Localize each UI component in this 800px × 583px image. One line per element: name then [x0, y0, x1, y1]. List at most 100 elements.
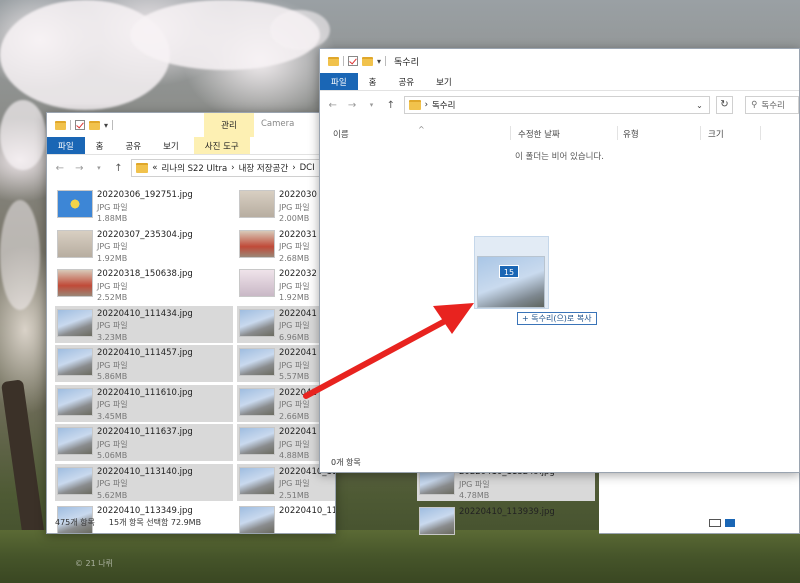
- file-info: 2022041 JPG 파일 6.96MB: [279, 309, 317, 344]
- file-info: 20220410_111637.jpg JPG 파일 5.06MB: [97, 427, 193, 462]
- file-type: JPG 파일: [97, 202, 128, 212]
- file-name: 20220410_113140.jpg: [97, 466, 193, 477]
- file-type: JPG 파일: [279, 439, 310, 449]
- file-info: 20220410_111434.jpg JPG 파일 3.23MB: [97, 309, 193, 344]
- up-arrow-icon[interactable]: ↑: [384, 100, 397, 111]
- breadcrumb-separator[interactable]: ›: [292, 163, 295, 173]
- file-item[interactable]: 20220307_235304.jpg JPG 파일 1.92MB: [55, 227, 233, 264]
- tab-file[interactable]: 파일: [320, 73, 358, 90]
- forward-arrow-icon[interactable]: →: [345, 100, 358, 111]
- file-item[interactable]: 20220306_192751.jpg JPG 파일 1.88MB: [55, 187, 233, 224]
- ribbon-tabs: 파일 홈 공유 보기 사진 도구: [47, 137, 335, 155]
- explorer-window-source[interactable]: ▾ 관리 Camera 파일 홈 공유 보기 사진 도구 ← → ▾ ↑ « 리…: [46, 112, 336, 534]
- file-type: JPG 파일: [279, 400, 310, 409]
- blossom-cluster: [270, 10, 330, 50]
- breadcrumb-item-device[interactable]: 리나의 S22 Ultra: [161, 162, 227, 174]
- file-item[interactable]: 20220410_111610.jpg JPG 파일 3.45MB: [55, 384, 233, 422]
- toolbar-divider: [70, 120, 71, 130]
- breadcrumb-item-folder[interactable]: 독수리: [432, 99, 455, 111]
- file-type: JPG 파일: [97, 400, 128, 409]
- ribbon-tabs: 파일 홈 공유 보기: [320, 73, 799, 91]
- folder-icon[interactable]: [55, 120, 66, 130]
- thumbnail-image: [239, 308, 275, 337]
- column-divider[interactable]: [700, 126, 701, 140]
- breadcrumb-separator[interactable]: ›: [231, 163, 234, 173]
- file-size: 1.92MB: [97, 253, 128, 263]
- column-header-size[interactable]: 크기: [708, 128, 724, 140]
- tab-picture-tools[interactable]: 사진 도구: [193, 137, 250, 154]
- search-input[interactable]: ⚲ 독수리: [745, 96, 799, 114]
- file-name: 2022031: [279, 229, 317, 240]
- file-item[interactable]: 20220410_111457.jpg JPG 파일 5.86MB: [55, 345, 233, 382]
- file-name: 20220410_111637.jpg: [97, 427, 193, 437]
- file-item[interactable]: 20220410_113140.jpg JPG 파일 5.62MB: [55, 463, 233, 501]
- explorer-window-destination[interactable]: ▾ 독수리 파일 홈 공유 보기 ← → ▾ ↑ › 독수리 ⌄ ↻ ⚲ 독수리…: [319, 48, 800, 473]
- recent-chevron-icon[interactable]: ▾: [92, 164, 106, 172]
- file-item[interactable]: 20220410_111434.jpg JPG 파일 3.23MB: [55, 305, 233, 344]
- thumbnail-image: [239, 229, 275, 258]
- chevron-down-icon[interactable]: ▾: [377, 57, 381, 66]
- column-header-type[interactable]: 유형: [623, 128, 639, 140]
- column-divider[interactable]: [617, 126, 618, 140]
- large-icons-view-icon[interactable]: [725, 519, 735, 527]
- file-type: JPG 파일: [97, 281, 128, 291]
- file-name: 20220410_111434.jpg: [97, 308, 193, 319]
- file-size: 5.62MB: [97, 490, 128, 500]
- folder-icon: [408, 100, 421, 110]
- up-arrow-icon[interactable]: ↑: [112, 163, 126, 174]
- new-folder-icon[interactable]: [89, 120, 100, 130]
- refresh-icon[interactable]: ↻: [715, 96, 734, 114]
- breadcrumb-item-storage[interactable]: 내장 저장공간: [239, 162, 289, 174]
- folder-icon[interactable]: [328, 56, 339, 66]
- file-item[interactable]: 20220410_113939.jpg: [417, 504, 595, 541]
- folder-icon: [136, 163, 149, 173]
- file-size: 5.06MB: [97, 451, 128, 460]
- tab-file[interactable]: 파일: [47, 137, 85, 154]
- file-grid[interactable]: 20220306_192751.jpg JPG 파일 1.88MB 2022030 JP…: [55, 187, 335, 533]
- file-item[interactable]: 20220318_150638.jpg JPG 파일 2.52MB: [55, 266, 233, 303]
- details-view-icon[interactable]: [709, 519, 721, 527]
- new-folder-icon[interactable]: [362, 56, 373, 66]
- properties-icon[interactable]: [75, 120, 85, 130]
- forward-arrow-icon[interactable]: →: [73, 163, 87, 174]
- breadcrumb-prefix[interactable]: «: [152, 163, 157, 173]
- column-header-name[interactable]: 이름: [333, 128, 349, 140]
- file-type: JPG 파일: [97, 321, 128, 330]
- chevron-down-icon[interactable]: ▾: [104, 121, 108, 130]
- column-header-date[interactable]: 수정한 날짜: [518, 128, 560, 140]
- file-info: 2022032 JPG 파일 1.92MB: [279, 269, 317, 304]
- file-name: 20220307_235304.jpg: [97, 229, 193, 240]
- title-bar[interactable]: ▾ 독수리: [320, 49, 799, 73]
- tab-home[interactable]: 홈: [358, 73, 388, 90]
- tab-view[interactable]: 보기: [152, 137, 190, 154]
- title-bar[interactable]: ▾ 관리 Camera: [47, 113, 335, 137]
- file-size: 5.57MB: [279, 372, 310, 381]
- tab-share[interactable]: 공유: [114, 137, 152, 154]
- properties-icon[interactable]: [348, 56, 358, 66]
- address-bar[interactable]: « 리나의 S22 Ultra › 내장 저장공간 › DCI: [131, 159, 335, 177]
- thumbnail-image: [239, 387, 275, 416]
- file-name: 20220410_113939.jpg: [459, 506, 555, 517]
- file-name: 2022041: [279, 427, 317, 437]
- breadcrumb-item-dcim[interactable]: DCI: [300, 163, 315, 173]
- column-divider[interactable]: [760, 126, 761, 140]
- file-name: 20220318_150638.jpg: [97, 269, 193, 279]
- file-size: 4.88MB: [279, 451, 310, 460]
- file-grid-overflow[interactable]: 20220410_113249.jpgJPG 파일4.78MB20220410_…: [417, 464, 599, 535]
- file-info: 2022041 JPG 파일 2.66MB: [279, 388, 317, 423]
- back-arrow-icon[interactable]: ←: [53, 163, 67, 174]
- tab-share[interactable]: 공유: [387, 73, 425, 90]
- address-bar[interactable]: › 독수리 ⌄: [403, 96, 710, 114]
- file-size: 3.45MB: [97, 411, 128, 421]
- tab-home[interactable]: 홈: [85, 137, 115, 154]
- recent-chevron-icon[interactable]: ▾: [365, 101, 378, 109]
- breadcrumb-separator[interactable]: ›: [425, 100, 428, 110]
- back-arrow-icon[interactable]: ←: [326, 100, 339, 111]
- watermark: © 21 나뤼: [75, 559, 113, 568]
- thumbnail-image: [57, 466, 93, 495]
- tree-trunk: [0, 379, 46, 541]
- column-divider[interactable]: [510, 126, 511, 140]
- tab-view[interactable]: 보기: [425, 73, 463, 90]
- file-item[interactable]: 20220410_111637.jpg JPG 파일 5.06MB: [55, 424, 233, 461]
- address-dropdown-icon[interactable]: ⌄: [696, 101, 703, 110]
